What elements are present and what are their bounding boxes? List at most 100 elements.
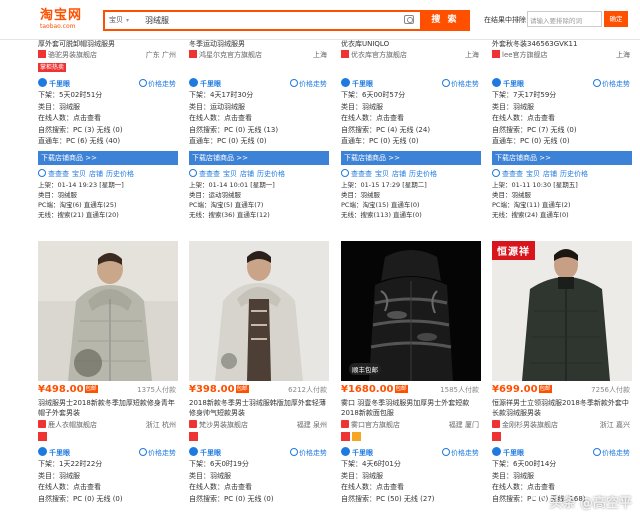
qianniu-label[interactable]: 千里眼 <box>49 80 70 88</box>
qianniu-label[interactable]: 千里眼 <box>49 449 70 457</box>
service-icons <box>341 432 481 444</box>
seller-name[interactable]: 优衣库官方旗舰店 <box>351 51 407 59</box>
sf-shipping-tag: 顺丰包邮 <box>349 363 381 375</box>
trend-icon <box>593 79 601 87</box>
qianniu-label[interactable]: 千里眼 <box>352 80 373 88</box>
exclude-input[interactable]: 请输入要排除的词 <box>527 11 602 27</box>
page: 淘宝网 taobao.com 宝贝 ▾ 羽绒服 搜 索 在结果中排除 请输入要排除… <box>0 0 640 517</box>
product-title[interactable]: 冬季运动羽绒服男 <box>189 39 329 49</box>
product-image[interactable] <box>38 241 178 381</box>
price-trend-link[interactable]: 价格走势 <box>442 447 479 459</box>
qianniu-row: 千里眼 价格走势 <box>189 78 329 90</box>
info-line[interactable]: 在线人数：点击查看 <box>341 113 481 125</box>
search-input[interactable]: 羽绒服 <box>145 15 169 26</box>
cc-label[interactable]: 查查查 <box>48 170 69 178</box>
price-trend-label: 价格走势 <box>451 80 479 88</box>
price-trend-label: 价格走势 <box>602 449 630 457</box>
download-shop-button[interactable]: 下载店铺商品 >> <box>492 150 632 165</box>
seller-name[interactable]: 金刚杉男装旗舰店 <box>502 421 558 429</box>
cc-shop[interactable]: 店铺 <box>392 170 406 178</box>
cc-label[interactable]: 查查查 <box>199 170 220 178</box>
qianniu-icon <box>189 447 198 456</box>
cc-item[interactable]: 宝贝 <box>375 170 389 178</box>
price-trend-label: 价格走势 <box>451 449 479 457</box>
seller-name[interactable]: 鹿人衣帽旗舰店 <box>48 421 97 429</box>
cc-history[interactable]: 历史价格 <box>106 170 134 178</box>
seller-name[interactable]: 梵沙男装旗舰店 <box>199 421 248 429</box>
product-image[interactable] <box>189 241 329 381</box>
cc-item[interactable]: 宝贝 <box>223 170 237 178</box>
price-trend-link[interactable]: 价格走势 <box>442 78 479 90</box>
product-title[interactable]: 厚外套可脱卸帽羽绒服男 <box>38 39 178 49</box>
seller-name[interactable]: lee官方旗舰店 <box>502 51 548 59</box>
cc-history[interactable]: 历史价格 <box>257 170 285 178</box>
info-line[interactable]: 在线人数：点击查看 <box>492 113 632 125</box>
product-title[interactable]: 雾口 羽壹冬季羽绒服男加厚男士外套短款2018新款面包服 <box>341 398 481 418</box>
cc-shop[interactable]: 店铺 <box>543 170 557 178</box>
info-line: 自然搜索：PC (50) 无线 (27) <box>341 494 435 503</box>
confirm-button[interactable]: 确定 <box>604 11 628 27</box>
product-title[interactable]: 优衣库UNIQLO <box>341 39 481 49</box>
service-icons <box>38 432 178 444</box>
search-scope-dropdown[interactable]: 宝贝 ▾ <box>109 15 129 25</box>
search-button[interactable]: 搜 索 <box>420 10 470 31</box>
info-line: 下架：7天17时59分 <box>492 91 557 99</box>
info-line[interactable]: 在线人数：点击查看 <box>38 113 178 125</box>
qianniu-icon <box>189 78 198 87</box>
qianniu-label[interactable]: 千里眼 <box>200 80 221 88</box>
price-trend-link[interactable]: 价格走势 <box>290 447 327 459</box>
price-trend-link[interactable]: 价格走势 <box>593 78 630 90</box>
cc-item[interactable]: 宝贝 <box>72 170 86 178</box>
product-title[interactable]: 外套秋冬装346563GVK11 <box>492 39 632 49</box>
seller-name[interactable]: 雾口官方旗舰店 <box>351 421 400 429</box>
chachacha-row: 查查查 宝贝 店铺 历史价格 <box>38 168 178 180</box>
qianniu-icon <box>38 78 47 87</box>
price-trend-label: 价格走势 <box>299 449 327 457</box>
price-trend-link[interactable]: 价格走势 <box>139 447 176 459</box>
info-line: 类目：运动羽绒服 <box>189 102 245 111</box>
product-title[interactable]: 恒源祥男士立领羽绒服2018冬季新款外套中长款羽绒服男装 <box>492 398 632 418</box>
seller-name[interactable]: 鸿星尔克官方旗舰店 <box>199 51 262 59</box>
cc-item[interactable]: 宝贝 <box>526 170 540 178</box>
seller-row: 鹿人衣帽旗舰店 浙江 杭州 <box>38 418 178 432</box>
info-line: 类目：羽绒服 <box>38 471 80 480</box>
info-line: 类目：羽绒服 <box>38 102 80 111</box>
cc-label[interactable]: 查查查 <box>502 170 523 178</box>
price-trend-link[interactable]: 价格走势 <box>139 78 176 90</box>
product-image[interactable]: 恒源祥 <box>492 241 632 381</box>
info-line[interactable]: 在线人数：点击查看 <box>189 113 329 125</box>
price-trend-link[interactable]: 价格走势 <box>593 447 630 459</box>
download-shop-button[interactable]: 下载店铺商品 >> <box>341 150 481 165</box>
chachacha-icon <box>189 168 197 177</box>
info-line[interactable]: 在线人数：点击查看 <box>189 482 329 494</box>
chachacha-icon <box>341 168 349 177</box>
info-line[interactable]: 在线人数：点击查看 <box>38 482 178 494</box>
qianniu-label[interactable]: 千里眼 <box>503 80 524 88</box>
qianniu-label[interactable]: 千里眼 <box>200 449 221 457</box>
seller-row: 鸿星尔克官方旗舰店 上海 <box>189 49 329 61</box>
download-shop-button[interactable]: 下载店铺商品 >> <box>38 150 178 165</box>
price-trend-label: 价格走势 <box>148 80 176 88</box>
taobao-logo[interactable]: 淘宝网 taobao.com <box>40 9 92 35</box>
qianniu-label[interactable]: 千里眼 <box>352 449 373 457</box>
qianniu-label[interactable]: 千里眼 <box>503 449 524 457</box>
shop-icon <box>341 50 349 58</box>
small-line: 类目：羽绒服 <box>341 190 380 199</box>
cc-label[interactable]: 查查查 <box>351 170 372 178</box>
info-line[interactable]: 在线人数：点击查看 <box>341 482 481 494</box>
price-trend-link[interactable]: 价格走势 <box>290 78 327 90</box>
cc-shop[interactable]: 店铺 <box>240 170 254 178</box>
seller-row: 雾口官方旗舰店 福建 厦门 <box>341 418 481 432</box>
product-title[interactable]: 2018新款冬季男士羽绒服韩版加厚外套轻薄修身帅气短款男装 <box>189 398 329 418</box>
cc-shop[interactable]: 店铺 <box>89 170 103 178</box>
cc-history[interactable]: 历史价格 <box>409 170 437 178</box>
info-line: 直通车：PC (0) 无线 (0) <box>189 137 267 145</box>
product-image[interactable]: 顺丰包邮 <box>341 241 481 381</box>
product-title[interactable]: 羽绒服男士2018新款冬季加厚短款修身青年帽子外套男装 <box>38 398 178 418</box>
qianniu-row: 千里眼 价格走势 <box>38 78 178 90</box>
seller-name[interactable]: 骆驼男装旗舰店 <box>48 51 97 59</box>
camera-icon[interactable] <box>404 15 414 24</box>
download-shop-button[interactable]: 下载店铺商品 >> <box>189 150 329 165</box>
info-line: 自然搜索：PC (0) 无线 (13) <box>189 125 279 134</box>
cc-history[interactable]: 历史价格 <box>560 170 588 178</box>
